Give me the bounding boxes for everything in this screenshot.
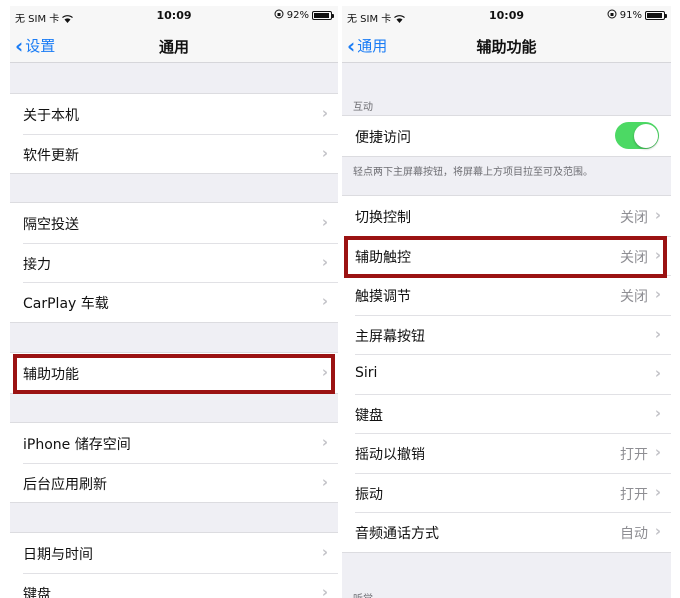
settings-row-vibration[interactable]: 振动 打开 › bbox=[342, 472, 671, 513]
section-header-hearing: 听觉 bbox=[353, 590, 373, 598]
navigation-bar: ‹ 通用 辅助功能 bbox=[342, 26, 671, 63]
settings-row-about[interactable]: 关于本机 › bbox=[10, 94, 338, 134]
settings-group-date-keyboard: 日期与时间 › 键盘 › bbox=[10, 532, 338, 598]
settings-row-accessibility[interactable]: 辅助功能 › bbox=[10, 353, 338, 393]
battery-status: 91% bbox=[607, 9, 667, 22]
chevron-right-icon: › bbox=[654, 403, 661, 422]
chevron-right-icon: › bbox=[321, 363, 328, 381]
settings-row-shake-to-undo[interactable]: 摇动以撤销 打开 › bbox=[342, 433, 671, 473]
chevron-right-icon: › bbox=[321, 292, 328, 310]
orientation-lock-icon bbox=[274, 9, 284, 22]
row-label: 日期与时间 bbox=[23, 547, 93, 563]
row-label: 音频通话方式 bbox=[355, 526, 439, 542]
toggle-knob bbox=[633, 123, 658, 148]
settings-row-call-audio-routing[interactable]: 音频通话方式 自动 › bbox=[342, 512, 671, 552]
section-footer-note: 轻点两下主屏幕按钮，将屏幕上方项目拉至可及范围。 bbox=[353, 167, 593, 178]
row-label: 便捷访问 bbox=[355, 130, 411, 146]
row-label: Siri bbox=[355, 365, 378, 381]
row-label: 摇动以撤销 bbox=[355, 447, 425, 463]
settings-row-date-time[interactable]: 日期与时间 › bbox=[10, 533, 338, 573]
row-label: CarPlay 车载 bbox=[23, 296, 109, 312]
status-bar: 无 SIM 卡 10:09 92% bbox=[10, 6, 338, 26]
settings-group-accessibility: 辅助功能 › bbox=[10, 352, 338, 394]
settings-group-accessibility-options: 切换控制 关闭 › 辅助触控 关闭 › 触摸调节 关闭 › 主屏幕按钮 › Siri › 键盘 ›… bbox=[342, 195, 671, 553]
settings-row-handoff[interactable]: 接力 › bbox=[10, 242, 338, 283]
row-label: 接力 bbox=[23, 256, 51, 273]
settings-row-home-button[interactable]: 主屏幕按钮 › bbox=[342, 314, 671, 355]
row-value: 关闭 bbox=[620, 210, 648, 226]
row-label: 振动 bbox=[355, 486, 383, 503]
page-title: 通用 bbox=[158, 38, 189, 56]
navigation-bar: ‹ 设置 通用 bbox=[10, 26, 338, 63]
chevron-right-icon: › bbox=[321, 472, 328, 491]
row-label: 辅助触控 bbox=[355, 249, 411, 266]
chevron-right-icon: › bbox=[654, 443, 661, 461]
chevron-right-icon: › bbox=[654, 324, 661, 343]
chevron-right-icon: › bbox=[321, 143, 328, 162]
settings-row-software-update[interactable]: 软件更新 › bbox=[10, 133, 338, 174]
battery-percent: 92% bbox=[286, 10, 309, 21]
settings-row-assistive-touch[interactable]: 辅助触控 关闭 › bbox=[342, 235, 671, 276]
accessibility-settings-screen: 无 SIM 卡 10:09 91% ‹ 通用 辅助功能 互动 便捷访问 轻点两下… bbox=[342, 6, 671, 598]
settings-row-airdrop[interactable]: 隔空投送 › bbox=[10, 203, 338, 243]
row-label: 辅助功能 bbox=[23, 367, 79, 383]
general-settings-screen: 无 SIM 卡 10:09 92% ‹ 设置 通用 关于本机 › 软件更新 › 隔空… bbox=[10, 6, 338, 598]
battery-icon bbox=[312, 11, 334, 20]
settings-group-about: 关于本机 › 软件更新 › bbox=[10, 93, 338, 174]
settings-row-siri[interactable]: Siri › bbox=[342, 354, 671, 394]
row-label: 键盘 bbox=[355, 407, 383, 424]
chevron-right-icon: › bbox=[321, 582, 328, 598]
row-label: 隔空投送 bbox=[23, 217, 79, 233]
row-label: 键盘 bbox=[23, 586, 51, 598]
battery-icon bbox=[645, 11, 667, 20]
row-label: 切换控制 bbox=[355, 210, 411, 226]
row-label: iPhone 储存空间 bbox=[23, 437, 131, 453]
row-label: 触摸调节 bbox=[355, 289, 411, 305]
chevron-right-icon: › bbox=[321, 252, 328, 271]
row-label: 后台应用刷新 bbox=[23, 476, 107, 493]
chevron-right-icon: › bbox=[321, 433, 328, 451]
settings-row-keyboard[interactable]: 键盘 › bbox=[10, 572, 338, 598]
row-value: 自动 bbox=[620, 526, 648, 542]
settings-row-reachability: 便捷访问 bbox=[342, 116, 671, 156]
page-title: 辅助功能 bbox=[476, 38, 537, 56]
settings-group-airdrop: 隔空投送 › 接力 › CarPlay 车载 › bbox=[10, 202, 338, 323]
status-bar: 无 SIM 卡 10:09 91% bbox=[342, 6, 671, 26]
section-header-interaction: 互动 bbox=[353, 102, 373, 113]
chevron-right-icon: › bbox=[321, 213, 328, 231]
chevron-right-icon: › bbox=[654, 482, 661, 501]
settings-row-background-refresh[interactable]: 后台应用刷新 › bbox=[10, 462, 338, 503]
orientation-lock-icon bbox=[607, 9, 617, 22]
chevron-right-icon: › bbox=[321, 104, 328, 122]
settings-group-reachability: 便捷访问 bbox=[342, 115, 671, 157]
chevron-right-icon: › bbox=[654, 245, 661, 264]
row-value: 关闭 bbox=[620, 289, 648, 305]
row-label: 关于本机 bbox=[23, 108, 79, 124]
settings-row-keyboard[interactable]: 键盘 › bbox=[342, 393, 671, 434]
settings-row-switch-control[interactable]: 切换控制 关闭 › bbox=[342, 196, 671, 236]
battery-status: 92% bbox=[274, 9, 334, 22]
settings-row-iphone-storage[interactable]: iPhone 储存空间 › bbox=[10, 423, 338, 463]
row-value: 打开 bbox=[620, 486, 648, 503]
chevron-right-icon: › bbox=[321, 543, 328, 561]
row-label: 软件更新 bbox=[23, 147, 79, 164]
battery-percent: 91% bbox=[619, 10, 642, 21]
settings-row-touch-accommodations[interactable]: 触摸调节 关闭 › bbox=[342, 275, 671, 315]
settings-row-carplay[interactable]: CarPlay 车载 › bbox=[10, 282, 338, 322]
chevron-right-icon: › bbox=[654, 364, 661, 382]
settings-group-storage: iPhone 储存空间 › 后台应用刷新 › bbox=[10, 422, 338, 503]
row-value: 打开 bbox=[620, 447, 648, 463]
row-value: 关闭 bbox=[620, 249, 648, 266]
reachability-toggle[interactable] bbox=[615, 122, 659, 149]
chevron-right-icon: › bbox=[654, 206, 661, 224]
chevron-right-icon: › bbox=[654, 522, 661, 540]
chevron-right-icon: › bbox=[654, 285, 661, 303]
row-label: 主屏幕按钮 bbox=[355, 328, 425, 345]
